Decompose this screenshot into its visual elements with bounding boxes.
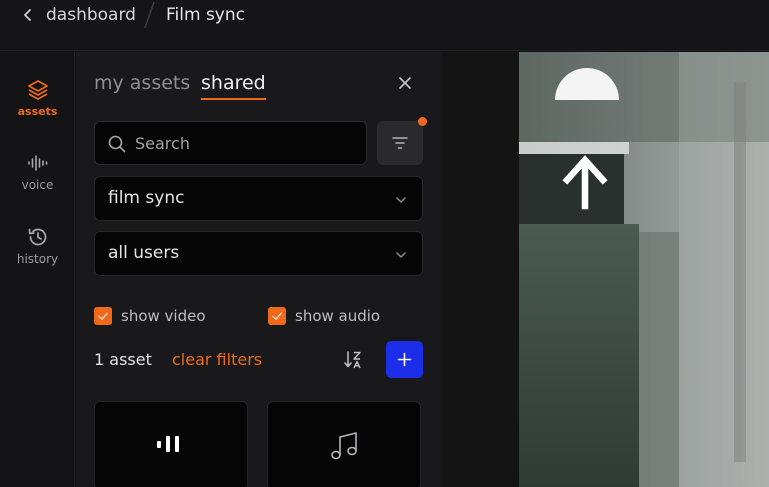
back-chevron-icon[interactable] xyxy=(18,4,38,26)
up-arrow-overlay-icon xyxy=(555,68,619,210)
chevron-down-icon xyxy=(394,192,408,206)
search-field xyxy=(94,121,367,165)
asset-card[interactable] xyxy=(267,401,421,487)
chevron-down-icon xyxy=(394,247,408,261)
tab-shared[interactable]: shared xyxy=(201,70,266,100)
asset-count: 1 asset xyxy=(94,350,152,369)
show-video-label: show video xyxy=(121,307,206,325)
rail-label-voice: voice xyxy=(21,178,54,192)
checkmark-icon xyxy=(268,307,286,325)
assets-panel: my assets shared film sync all users sho… xyxy=(76,52,442,487)
plus-icon xyxy=(397,352,412,367)
top-bar: dashboard Film sync xyxy=(0,0,769,51)
history-icon xyxy=(26,225,50,249)
sort-icon[interactable] xyxy=(343,348,363,372)
show-video-checkbox[interactable]: show video xyxy=(94,306,214,326)
user-select-value: all users xyxy=(108,243,180,263)
breadcrumb-separator-icon xyxy=(140,0,158,30)
panel-gutter xyxy=(442,52,519,487)
rail-label-assets: assets xyxy=(17,105,58,118)
active-filter-indicator xyxy=(418,117,427,126)
show-audio-label: show audio xyxy=(295,307,381,325)
add-asset-button[interactable] xyxy=(386,341,423,378)
filter-icon xyxy=(392,137,408,149)
music-note-icon xyxy=(331,432,357,460)
show-audio-checkbox[interactable]: show audio xyxy=(268,306,388,326)
tab-my-assets[interactable]: my assets xyxy=(94,70,190,96)
rail-item-voice[interactable]: voice xyxy=(0,151,75,192)
rail-item-assets[interactable]: assets xyxy=(0,78,75,118)
filter-button[interactable] xyxy=(377,121,423,165)
project-select[interactable]: film sync xyxy=(94,176,423,221)
close-icon[interactable] xyxy=(394,72,416,94)
breadcrumb-current-page: Film sync xyxy=(166,5,245,25)
search-icon xyxy=(107,134,127,154)
audio-bars-icon xyxy=(157,436,179,452)
rail-item-history[interactable]: history xyxy=(0,225,75,266)
asset-card[interactable] xyxy=(94,401,248,487)
search-input[interactable] xyxy=(135,122,360,164)
project-select-value: film sync xyxy=(108,188,185,208)
left-rail: assets voice history xyxy=(0,52,75,487)
waveform-icon xyxy=(26,151,50,175)
user-select[interactable]: all users xyxy=(94,231,423,276)
video-preview[interactable] xyxy=(519,52,769,487)
layers-icon xyxy=(26,78,50,102)
breadcrumb-dashboard-link[interactable]: dashboard xyxy=(46,4,136,26)
checkmark-icon xyxy=(94,307,112,325)
rail-label-history: history xyxy=(16,252,59,266)
clear-filters-link[interactable]: clear filters xyxy=(172,350,262,370)
